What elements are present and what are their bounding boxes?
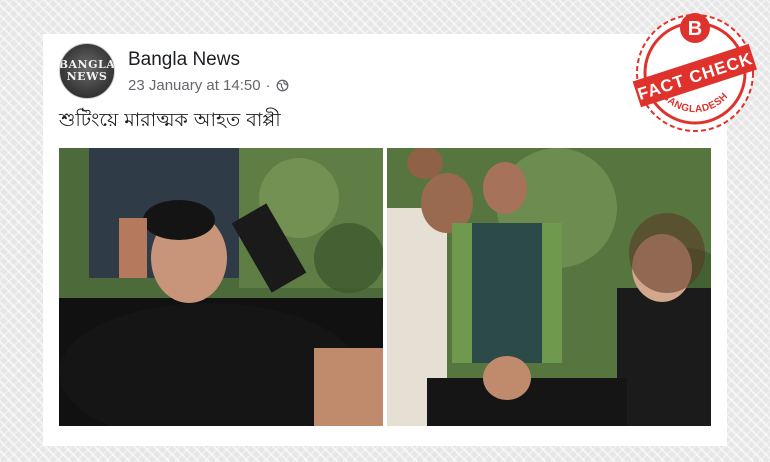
- avatar-text-line2: NEWS: [66, 70, 108, 83]
- page-name-link[interactable]: Bangla News: [128, 49, 289, 71]
- post-time-row: 23 January at 14:50 ·: [128, 77, 289, 94]
- avatar[interactable]: BANGLA NEWS: [59, 43, 115, 99]
- facebook-post-card: BANGLA NEWS Bangla News 23 January at 14…: [43, 34, 727, 446]
- photo-right[interactable]: [387, 148, 711, 426]
- photo-left[interactable]: [59, 148, 383, 426]
- post-caption: শুটিংয়ে মারাত্মক আহত বাপ্পী: [59, 109, 281, 131]
- post-photos: [59, 148, 711, 426]
- separator-dot: ·: [265, 76, 271, 94]
- globe-icon[interactable]: [276, 79, 289, 92]
- post-timestamp-link[interactable]: 23 January at 14:50: [128, 77, 261, 94]
- fact-check-badge: B FACT CHECK BANGLADESH: [632, 10, 758, 136]
- post-header: BANGLA NEWS Bangla News 23 January at 14…: [59, 43, 289, 99]
- post-meta: Bangla News 23 January at 14:50 ·: [128, 49, 289, 94]
- badge-letter: B: [688, 18, 702, 40]
